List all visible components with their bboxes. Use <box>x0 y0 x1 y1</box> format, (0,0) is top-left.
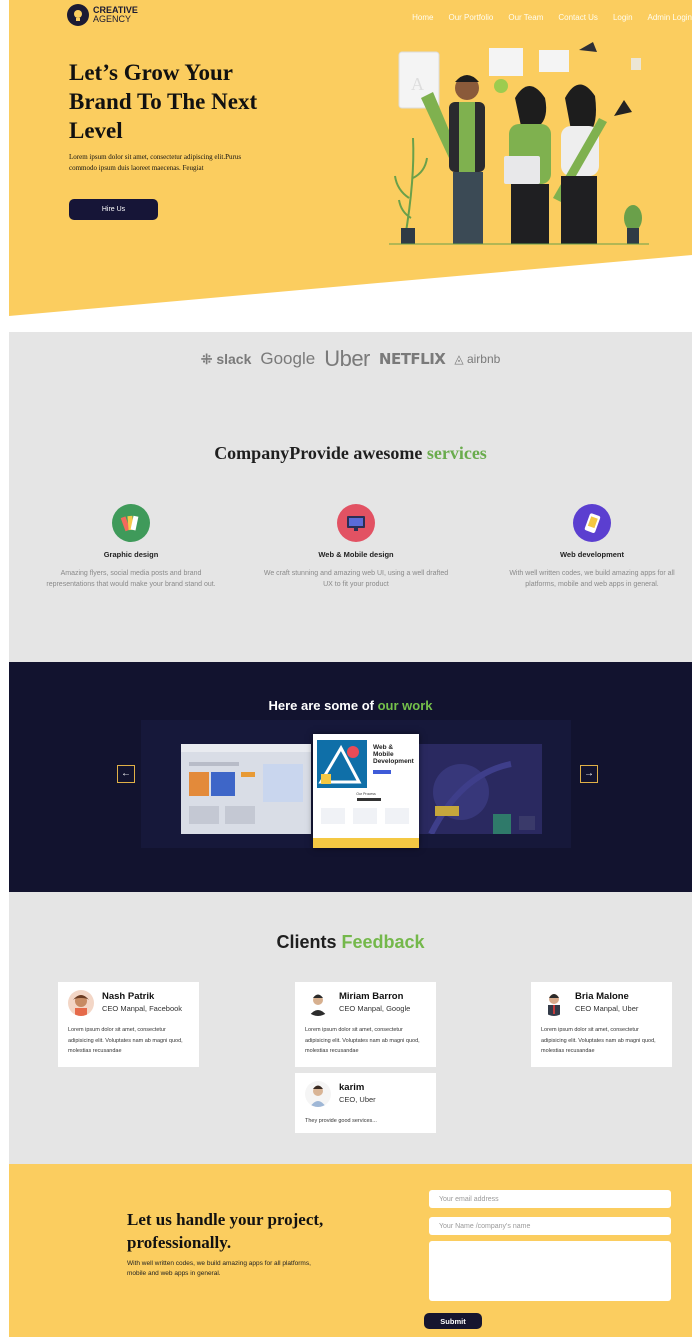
airbnb-logo-text: airbnb <box>466 352 501 366</box>
feedback-heading-accent: Feedback <box>341 931 425 952</box>
contact-section: Let us handle your project, professional… <box>9 1164 692 1337</box>
portfolio-carousel: Web & Mobile Development Our Process <box>141 720 571 848</box>
netflix-logo: NETFLIX <box>378 350 446 368</box>
testimonial-card: karim CEO, Uber They provide good servic… <box>295 1073 436 1133</box>
client-testimonial: Lorem ipsum dolor sit amet, consectetur … <box>68 1027 183 1054</box>
avatar <box>68 990 94 1016</box>
avatar <box>305 1081 331 1107</box>
brand-name-sub: AGENCY <box>93 14 132 24</box>
submit-button[interactable]: Submit <box>424 1313 482 1329</box>
work-heading-main: Here are some of <box>268 697 378 713</box>
service-graphic-design: Graphic design Amazing flyers, social me… <box>36 504 226 590</box>
nav-our-portfolio[interactable]: Our Portfolio <box>448 13 493 22</box>
mockup-section-title: Our Process <box>356 792 376 796</box>
phone-code-icon <box>573 504 611 542</box>
service-description: We craft stunning and amazing web UI, us… <box>263 570 449 588</box>
services-heading: CompanyProvide awesome services <box>9 443 692 464</box>
service-title: Web development <box>559 550 625 559</box>
monitor-icon <box>337 504 375 542</box>
carousel-prev-button[interactable]: ← <box>117 765 135 783</box>
contact-description: With well written codes, we build amazin… <box>127 1260 311 1277</box>
our-work-section: Here are some of our work Web & Mobile D… <box>9 662 692 892</box>
service-title: Web & Mobile design <box>318 550 394 559</box>
portfolio-slide-left[interactable] <box>181 744 311 834</box>
work-heading: Here are some of our work <box>9 698 692 713</box>
google-logo: Google <box>260 349 316 368</box>
nav-contact-us[interactable]: Contact Us <box>558 13 598 22</box>
svg-text:A: A <box>411 74 424 94</box>
avatar <box>541 990 567 1016</box>
client-role: CEO Manpal, Uber <box>575 1004 639 1013</box>
team-illustration: A <box>389 42 649 245</box>
contact-title: Let us handle your project, professional… <box>127 1210 324 1252</box>
work-heading-accent: our work <box>377 697 433 713</box>
portfolio-slide-right[interactable] <box>401 744 542 836</box>
testimonial-card: Miriam Barron CEO Manpal, Google Lorem i… <box>295 982 436 1067</box>
card-person: karim CEO, Uber <box>339 1081 376 1104</box>
hero-title: Let’s Grow Your Brand To The Next Level <box>69 60 258 143</box>
carousel-next-button[interactable]: → <box>580 765 598 783</box>
client-name: Miriam Barron <box>339 991 404 1002</box>
nav-login[interactable]: Login <box>613 13 633 22</box>
feedback-heading-main: Clients <box>276 931 342 952</box>
company-name-placeholder: Your Name /company's name <box>439 1222 531 1230</box>
message-textarea[interactable] <box>429 1241 671 1301</box>
nav-home[interactable]: Home <box>412 13 433 22</box>
service-title: Graphic design <box>103 550 159 559</box>
card-header: Nash Patrik CEO Manpal, Facebook <box>68 990 189 1016</box>
client-name: Bria Malone <box>575 991 629 1002</box>
service-description: Amazing flyers, social media posts and b… <box>46 570 216 588</box>
brand-name: CREATIVE AGENCY <box>93 6 138 24</box>
hero-section: CREATIVE AGENCY Home Our Portfolio Our T… <box>9 0 692 316</box>
client-name: karim <box>339 1082 365 1093</box>
nav-admin-login[interactable]: Admin Login <box>648 13 692 22</box>
client-testimonial: Lorem ipsum dolor sit amet, consectetur … <box>541 1027 656 1054</box>
slack-logo-text: slack <box>216 350 252 367</box>
client-feedback-section: Clients Feedback Nash Patrik CEO Manpal,… <box>9 892 692 1164</box>
lightbulb-logo-icon <box>67 4 89 26</box>
services-heading-main: CompanyProvide awesome <box>214 442 427 463</box>
email-field[interactable]: Your email address <box>429 1190 671 1208</box>
client-testimonial: They provide good services... <box>305 1118 377 1124</box>
interior-photo-image <box>428 761 535 836</box>
testimonial-card: Bria Malone CEO Manpal, Uber Lorem ipsum… <box>531 982 672 1067</box>
brand-logo[interactable]: CREATIVE AGENCY <box>67 4 138 26</box>
hire-us-button[interactable]: Hire Us <box>69 199 158 220</box>
slack-logo: ⁜ slack <box>200 350 252 367</box>
card-person: Miriam Barron CEO Manpal, Google <box>339 990 410 1013</box>
card-person: Nash Patrik CEO Manpal, Facebook <box>102 990 182 1013</box>
uber-logo: Uber <box>324 346 370 371</box>
website-screenshot-image <box>181 744 311 824</box>
avatar <box>305 990 331 1016</box>
feedback-heading: Clients Feedback <box>9 932 692 953</box>
partner-logos: ⁜ slack Google Uber NETFLIX ◬ airbnb <box>9 346 692 372</box>
card-header: Miriam Barron CEO Manpal, Google <box>305 990 426 1016</box>
card-person: Bria Malone CEO Manpal, Uber <box>575 990 638 1013</box>
service-web-development: Web development With well written codes,… <box>497 504 687 590</box>
portfolio-slide-center[interactable]: Web & Mobile Development Our Process <box>313 734 419 848</box>
client-role: CEO, Uber <box>339 1095 376 1104</box>
service-web-mobile-design: Web & Mobile design We craft stunning an… <box>261 504 451 590</box>
card-header: Bria Malone CEO Manpal, Uber <box>541 990 662 1016</box>
email-placeholder: Your email address <box>439 1195 499 1203</box>
services-heading-accent: services <box>426 442 487 463</box>
nav-our-team[interactable]: Our Team <box>508 13 543 22</box>
top-nav: Home Our Portfolio Our Team Contact Us L… <box>412 13 692 22</box>
client-role: CEO Manpal, Facebook <box>102 1004 183 1013</box>
client-testimonial: Lorem ipsum dolor sit amet, consectetur … <box>305 1027 420 1054</box>
client-role: CEO Manpal, Google <box>339 1004 411 1013</box>
client-name: Nash Patrik <box>102 991 155 1002</box>
company-name-field[interactable]: Your Name /company's name <box>429 1217 671 1235</box>
page: CREATIVE AGENCY Home Our Portfolio Our T… <box>9 0 692 1337</box>
airbnb-logo: ◬ airbnb <box>454 352 501 366</box>
service-description: With well written codes, we build amazin… <box>509 570 675 588</box>
hero-description: Lorem ipsum dolor sit amet, consectetur … <box>69 153 242 172</box>
card-header: karim CEO, Uber <box>305 1081 426 1107</box>
testimonial-card: Nash Patrik CEO Manpal, Facebook Lorem i… <box>58 982 199 1067</box>
services-section: ⁜ slack Google Uber NETFLIX ◬ airbnb Com… <box>9 332 692 662</box>
palette-icon <box>112 504 150 542</box>
mockup-title: Web & Mobile Development <box>373 744 414 765</box>
